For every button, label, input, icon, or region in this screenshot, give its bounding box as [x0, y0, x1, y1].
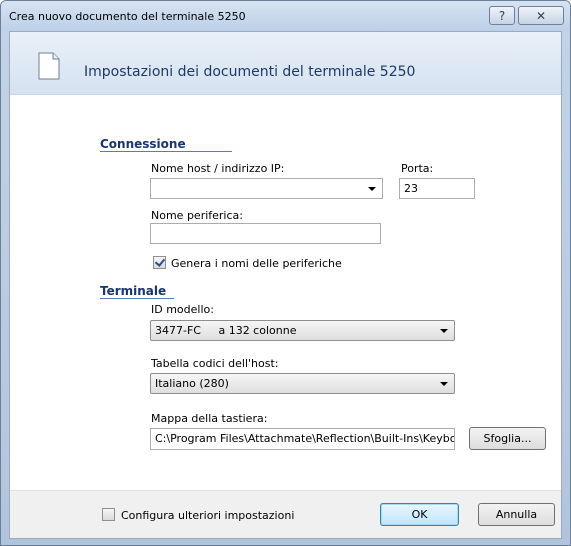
keymap-label: Mappa della tastiera:	[151, 412, 268, 425]
chevron-down-icon[interactable]	[368, 187, 376, 191]
cancel-button[interactable]: Annulla	[478, 503, 555, 526]
model-label: ID modello:	[151, 303, 214, 316]
generate-names-checkbox[interactable]	[153, 256, 166, 269]
codepage-select[interactable]: Italiano (280)	[150, 373, 455, 394]
chevron-down-icon[interactable]	[440, 329, 448, 333]
more-settings-checkbox[interactable]	[102, 508, 115, 521]
dialog-header: Impostazioni dei documenti del terminale…	[10, 32, 561, 95]
help-button[interactable]: ?	[489, 6, 515, 25]
window-title: Crea nuovo documento del terminale 5250	[9, 10, 246, 23]
port-label: Porta:	[401, 162, 434, 175]
section-heading-connessione: Connessione	[100, 137, 186, 151]
chevron-down-icon[interactable]	[440, 382, 448, 386]
close-icon: ✕	[535, 8, 547, 23]
host-combobox[interactable]	[150, 178, 383, 199]
model-value: 3477-FC a 132 colonne	[155, 324, 297, 337]
dialog-body: Impostazioni dei documenti del terminale…	[9, 31, 562, 539]
browse-button[interactable]: Sfoglia...	[469, 427, 546, 450]
model-select[interactable]: 3477-FC a 132 colonne	[150, 320, 455, 341]
codepage-label: Tabella codici dell'host:	[151, 357, 279, 370]
help-icon: ?	[498, 8, 506, 23]
title-bar[interactable]: Crea nuovo documento del terminale 5250 …	[1, 1, 570, 31]
more-settings-label[interactable]: Configura ulteriori impostazioni	[121, 509, 294, 522]
port-input[interactable]: 23	[399, 178, 475, 199]
document-icon	[38, 52, 60, 80]
close-button[interactable]: ✕	[518, 6, 564, 25]
section-divider	[100, 298, 174, 299]
ok-button[interactable]: OK	[380, 503, 459, 526]
device-label: Nome periferica:	[151, 209, 243, 222]
generate-names-label[interactable]: Genera i nomi delle periferiche	[171, 257, 342, 270]
codepage-value: Italiano (280)	[155, 377, 229, 390]
dialog-footer: Configura ulteriori impostazioni OK Annu…	[10, 490, 561, 538]
section-divider	[100, 151, 232, 152]
host-label: Nome host / indirizzo IP:	[151, 162, 285, 175]
device-name-input[interactable]	[150, 223, 381, 244]
page-title: Impostazioni dei documenti del terminale…	[84, 64, 416, 80]
dialog-window: Crea nuovo documento del terminale 5250 …	[0, 0, 571, 546]
keymap-input[interactable]: C:\Program Files\Attachmate\Reflection\B…	[150, 428, 455, 450]
section-heading-terminale: Terminale	[100, 284, 167, 298]
